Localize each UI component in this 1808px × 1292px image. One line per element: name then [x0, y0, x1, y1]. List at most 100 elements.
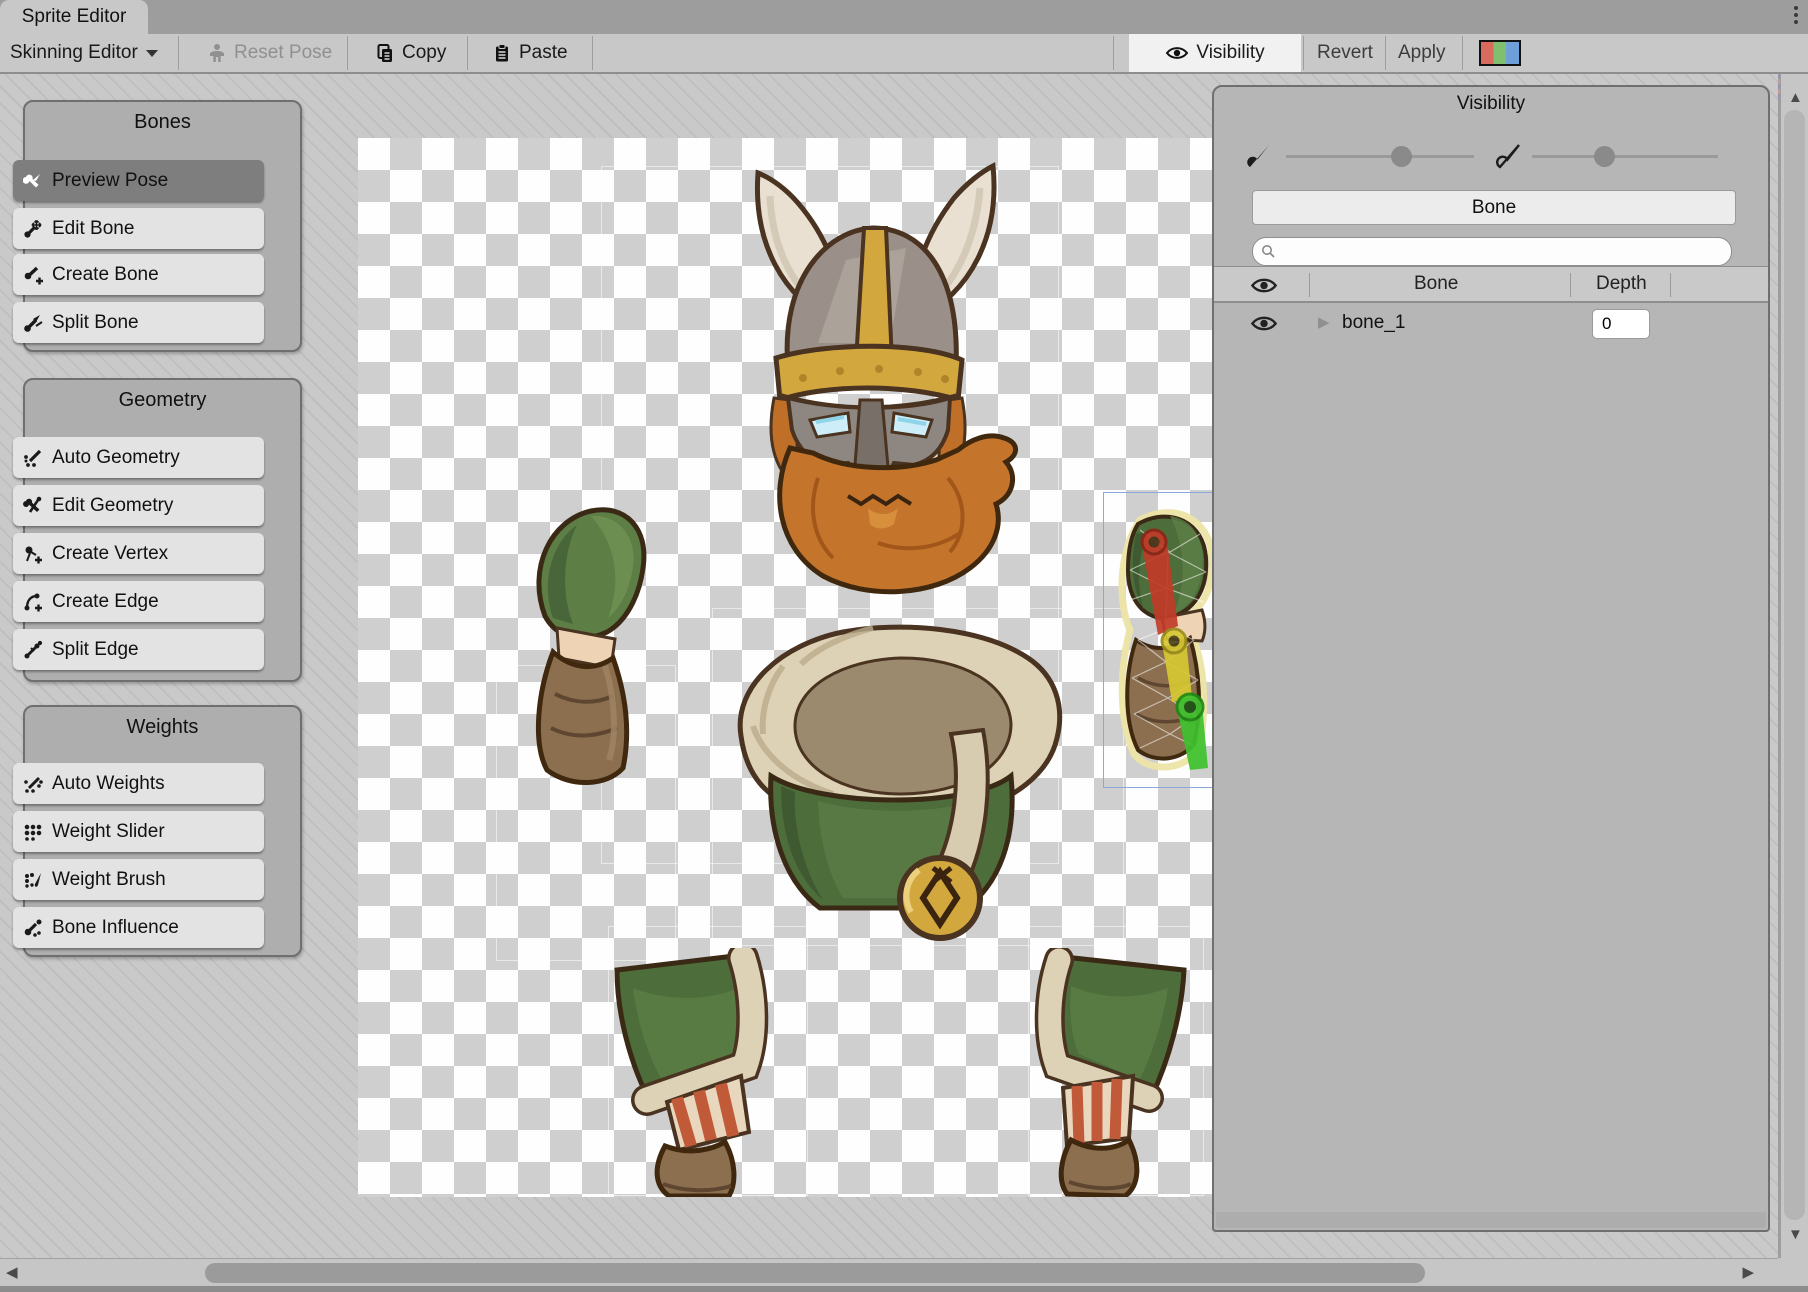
eye-column-icon[interactable] — [1250, 276, 1278, 295]
auto-geometry-icon — [23, 448, 43, 468]
edit-bone-label: Edit Bone — [52, 218, 134, 240]
weight-brush-icon — [23, 870, 43, 890]
reset-pose-button[interactable]: Reset Pose — [207, 34, 332, 72]
tab-bar: Sprite Editor — [0, 0, 1808, 34]
create-bone-label: Create Bone — [52, 264, 159, 286]
vertical-scrollbar[interactable]: ▲ ▼ — [1780, 74, 1808, 1258]
create-vertex-icon — [23, 544, 43, 564]
weight-brush-button[interactable]: Weight Brush — [13, 859, 264, 900]
toolbar-separator — [1303, 36, 1304, 70]
bone-opacity-slider-track[interactable] — [1532, 155, 1718, 158]
create-edge-button[interactable]: Create Edge — [13, 581, 264, 622]
scroll-right-icon[interactable]: ▶ — [1742, 1265, 1754, 1280]
depth-input[interactable] — [1592, 309, 1650, 339]
bone-row-name: bone_1 — [1342, 312, 1405, 334]
auto-geometry-label: Auto Geometry — [52, 447, 180, 469]
bone-search-field[interactable] — [1252, 237, 1732, 266]
geometry-title: Geometry — [25, 389, 300, 412]
eye-icon — [1165, 45, 1189, 61]
horizontal-scrollbar[interactable]: ◀ ▶ — [0, 1258, 1778, 1286]
split-edge-icon — [23, 640, 43, 660]
row-expander-icon[interactable]: ▶ — [1318, 313, 1330, 331]
bones-title: Bones — [25, 111, 300, 134]
copy-button[interactable]: Copy — [375, 34, 446, 72]
edit-geometry-icon — [23, 496, 43, 516]
visibility-panel: Visibility Bone Bone Depth ▶ — [1212, 85, 1770, 1232]
search-input[interactable] — [1282, 243, 1702, 261]
bone-column-header[interactable]: Bone — [1414, 273, 1458, 295]
toolbar-separator — [467, 36, 468, 70]
apply-label: Apply — [1398, 42, 1446, 64]
sprite-selection-rect — [1103, 492, 1215, 788]
row-visibility-eye-icon[interactable] — [1250, 314, 1278, 333]
bone-influence-button[interactable]: Bone Influence — [13, 907, 264, 948]
window-bottom-edge — [0, 1286, 1808, 1292]
bone-tab-button[interactable]: Bone — [1252, 190, 1736, 225]
scroll-left-icon[interactable]: ◀ — [6, 1265, 18, 1280]
scroll-up-icon[interactable]: ▲ — [1788, 90, 1803, 105]
column-divider[interactable] — [1570, 273, 1571, 297]
bone-opacity-slider-handle[interactable] — [1594, 146, 1615, 167]
create-vertex-button[interactable]: Create Vertex — [13, 533, 264, 574]
depth-column-header[interactable]: Depth — [1596, 273, 1647, 295]
visibility-toggle-button[interactable]: Visibility — [1129, 34, 1301, 72]
toolbar-separator — [1385, 36, 1386, 70]
reset-pose-label: Reset Pose — [234, 42, 332, 64]
left-leg-sprite[interactable] — [603, 948, 803, 1197]
auto-geometry-button[interactable]: Auto Geometry — [13, 437, 264, 478]
viking-head-sprite[interactable] — [698, 148, 1048, 598]
tab-title: Sprite Editor — [22, 6, 127, 28]
bone-table-row[interactable]: ▶ bone_1 — [1214, 305, 1768, 345]
column-divider[interactable] — [1309, 273, 1310, 297]
create-edge-icon — [23, 592, 43, 612]
scroll-down-icon[interactable]: ▼ — [1788, 1227, 1803, 1242]
preview-pose-icon — [23, 171, 43, 191]
preview-pose-label: Preview Pose — [52, 170, 168, 192]
torso-sprite[interactable] — [723, 616, 1068, 946]
panel-bottom-inset — [1216, 1212, 1766, 1228]
create-vertex-label: Create Vertex — [52, 543, 168, 565]
edit-bone-button[interactable]: Edit Bone — [13, 208, 264, 249]
person-icon — [207, 43, 227, 63]
create-bone-button[interactable]: Create Bone — [13, 254, 264, 295]
column-divider[interactable] — [1670, 273, 1671, 297]
revert-label: Revert — [1317, 42, 1373, 64]
paste-button[interactable]: Paste — [492, 34, 568, 72]
auto-weights-button[interactable]: Auto Weights — [13, 763, 264, 804]
bone-influence-icon — [23, 918, 43, 938]
revert-button[interactable]: Revert — [1317, 34, 1373, 72]
split-edge-button[interactable]: Split Edge — [13, 629, 264, 670]
auto-weights-label: Auto Weights — [52, 773, 165, 795]
visibility-label: Visibility — [1196, 42, 1264, 64]
split-bone-button[interactable]: Split Bone — [13, 302, 264, 343]
sprite-tint-swatch-button[interactable] — [1479, 40, 1521, 66]
visibility-panel-title: Visibility — [1214, 93, 1768, 115]
edit-geometry-label: Edit Geometry — [52, 495, 173, 517]
bone-filled-icon — [1246, 142, 1272, 170]
horizontal-scrollbar-thumb[interactable] — [205, 1263, 1425, 1283]
right-leg-sprite[interactable] — [1033, 948, 1198, 1197]
weight-slider-button[interactable]: Weight Slider — [13, 811, 264, 852]
bone-size-slider-handle[interactable] — [1391, 146, 1412, 167]
bone-outline-icon — [1496, 142, 1522, 170]
chevron-down-icon — [145, 49, 159, 58]
mode-dropdown[interactable]: Skinning Editor — [10, 34, 159, 72]
tab-sprite-editor[interactable]: Sprite Editor — [0, 0, 148, 34]
mode-dropdown-label: Skinning Editor — [10, 42, 138, 64]
vertical-scrollbar-thumb[interactable] — [1784, 110, 1805, 1220]
mitten-arm-sprite[interactable] — [523, 498, 668, 793]
bone-table-header: Bone Depth — [1214, 266, 1768, 303]
toolbar-separator — [592, 36, 593, 70]
window-menu-icon[interactable] — [1792, 6, 1800, 30]
edit-bone-icon — [23, 219, 43, 239]
edit-geometry-button[interactable]: Edit Geometry — [13, 485, 264, 526]
toolbar-separator — [1113, 36, 1114, 70]
apply-button[interactable]: Apply — [1398, 34, 1446, 72]
preview-pose-button[interactable]: Preview Pose — [13, 160, 264, 201]
weight-slider-icon — [23, 822, 43, 842]
paste-icon — [492, 43, 512, 63]
weight-brush-label: Weight Brush — [52, 869, 166, 891]
weights-title: Weights — [25, 716, 300, 739]
toolbar-separator — [178, 36, 179, 70]
bone-size-slider-track[interactable] — [1286, 155, 1474, 158]
